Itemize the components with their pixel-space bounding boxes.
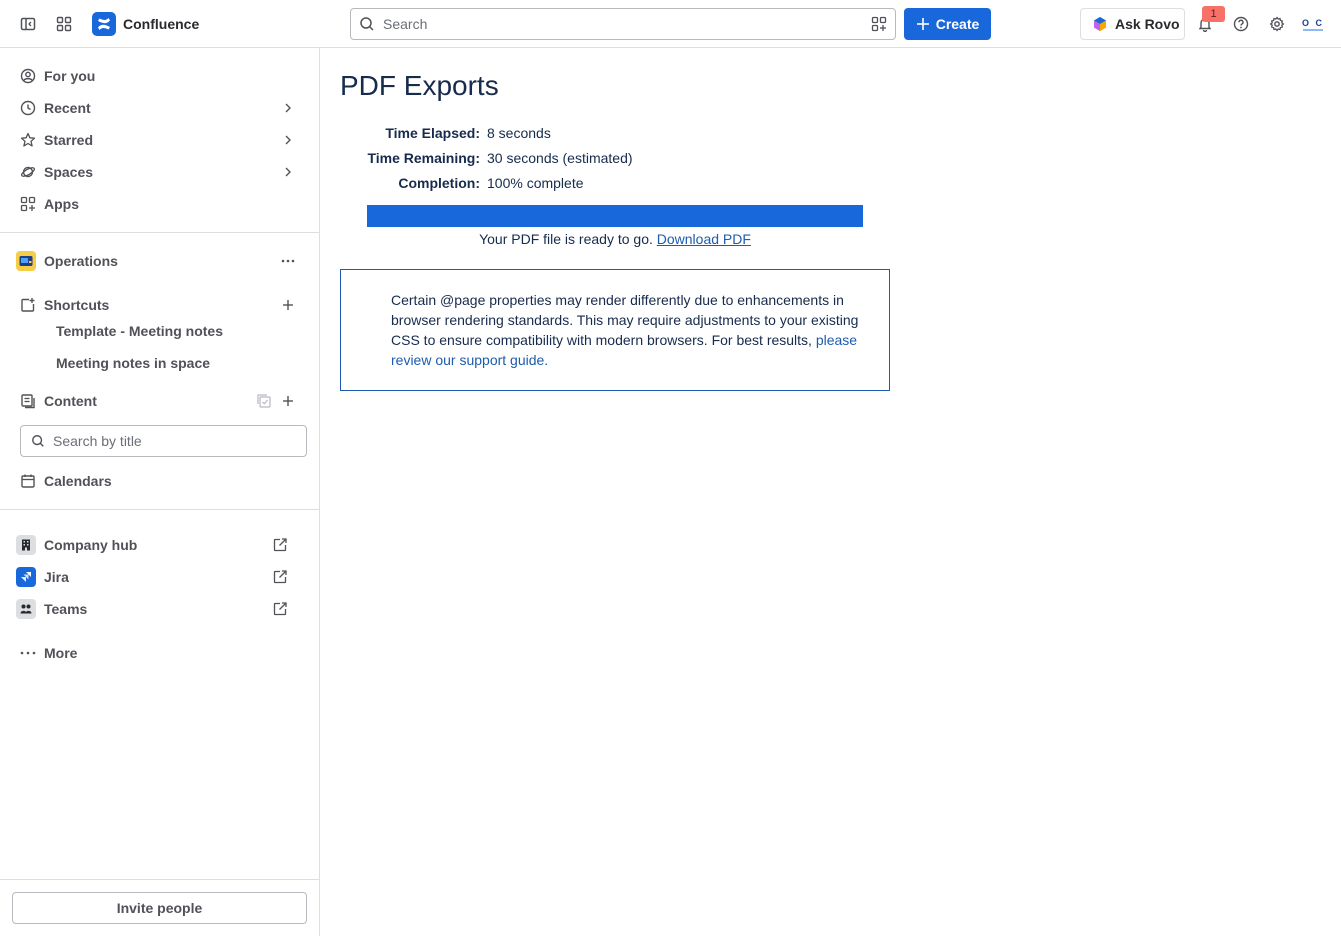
time-elapsed-label: Time Elapsed: (385, 125, 480, 141)
sidebar-item-operations-space[interactable]: Operations (12, 245, 308, 277)
sidebar-item-label: Content (44, 393, 97, 409)
shortcut-item[interactable]: Template - Meeting notes (56, 319, 223, 343)
add-content-plus-icon[interactable] (280, 393, 296, 409)
sidebar-item-for-you[interactable]: For you (12, 60, 308, 92)
external-link-icon[interactable] (272, 601, 288, 617)
search-placeholder: Search (383, 16, 428, 32)
planet-icon (20, 164, 36, 180)
sidebar-item-label: Apps (44, 196, 79, 212)
sidebar-divider (0, 509, 319, 510)
user-avatar[interactable]: O C (1299, 12, 1327, 36)
invite-people-button[interactable]: Invite people (12, 892, 307, 924)
app-switcher-icon[interactable] (52, 12, 76, 36)
global-search-input[interactable]: Search (350, 8, 896, 40)
calendar-icon (20, 473, 36, 489)
clock-icon (20, 100, 36, 116)
space-avatar-icon (16, 251, 36, 271)
top-navigation-bar: Confluence Search Create Ask Rovo 1 O C (0, 0, 1341, 48)
completion-label: Completion: (398, 175, 480, 191)
search-by-title-input[interactable]: Search by title (20, 425, 307, 457)
sidebar-item-label: Starred (44, 132, 94, 148)
apps-icon (20, 196, 36, 212)
page-title: PDF Exports (340, 70, 499, 101)
sidebar-item-label: For you (44, 68, 96, 84)
sidebar-item-apps[interactable]: Apps (12, 188, 308, 220)
sidebar-item-label: Shortcuts (44, 297, 110, 313)
settings-gear-icon[interactable] (1265, 12, 1289, 36)
ask-rovo-label: Ask Rovo (1115, 16, 1180, 32)
sidebar-item-recent[interactable]: Recent (12, 92, 308, 124)
chevron-right-icon[interactable] (280, 164, 296, 180)
external-link-icon[interactable] (272, 537, 288, 553)
sidebar-item-label: Operations (44, 253, 118, 269)
sidebar-item-label: Jira (44, 569, 69, 585)
sidebar-item-calendars[interactable]: Calendars (12, 465, 308, 497)
star-icon (20, 132, 36, 148)
sidebar-item-label: Teams (44, 601, 88, 617)
help-icon[interactable] (1229, 12, 1253, 36)
avatar-underline (1303, 28, 1323, 31)
content-icon (20, 393, 36, 409)
plus-icon (916, 18, 929, 30)
export-progress-bar (367, 205, 863, 227)
chevron-right-icon[interactable] (280, 132, 296, 148)
ready-text: Your PDF file is ready to go. (479, 231, 653, 247)
sidebar-item-more[interactable]: More (12, 637, 308, 669)
search-icon (360, 17, 374, 31)
search-filter-icon[interactable] (871, 16, 887, 32)
building-icon (16, 535, 36, 555)
sidebar-toggle-icon[interactable] (16, 12, 40, 36)
sidebar-item-spaces[interactable]: Spaces (12, 156, 308, 188)
compatibility-notice: Certain @page properties may render diff… (340, 269, 890, 391)
sidebar-item-label: Spaces (44, 164, 94, 180)
teams-icon (16, 599, 36, 619)
brand-name: Confluence (123, 16, 200, 32)
sidebar-item-starred[interactable]: Starred (12, 124, 308, 156)
search-icon (32, 435, 44, 447)
rovo-icon (1094, 17, 1106, 31)
sidebar: For you Recent Starred Spaces Apps Opera… (0, 48, 320, 936)
notification-count-badge: 1 (1202, 6, 1225, 22)
sidebar-item-label: Company hub (44, 537, 138, 553)
notice-text: Certain @page properties may render diff… (391, 292, 859, 348)
sidebar-footer-divider (0, 879, 319, 880)
confluence-logo-icon (92, 12, 116, 36)
shortcut-item[interactable]: Meeting notes in space (56, 351, 210, 375)
person-circle-icon (20, 68, 36, 84)
time-remaining-label: Time Remaining: (367, 150, 480, 166)
sidebar-item-company-hub[interactable]: Company hub (12, 529, 308, 561)
jira-icon (16, 567, 36, 587)
time-remaining-value: 30 seconds (estimated) (487, 150, 633, 166)
search-by-title-placeholder: Search by title (53, 433, 142, 449)
create-label: Create (935, 16, 980, 32)
sidebar-item-label: More (44, 645, 78, 661)
sidebar-item-label: Recent (44, 100, 91, 116)
progress-bar-fill (367, 205, 863, 227)
content-filter-icon[interactable] (256, 393, 272, 409)
ask-rovo-button[interactable]: Ask Rovo (1080, 8, 1185, 40)
confluence-home-link[interactable]: Confluence (92, 12, 199, 36)
ready-message: Your PDF file is ready to go. Download P… (367, 231, 863, 247)
sidebar-divider (0, 232, 319, 233)
create-button[interactable]: Create (904, 8, 991, 40)
avatar-initials: O C (1301, 17, 1324, 28)
main-content: PDF Exports Time Elapsed: 8 seconds Time… (320, 48, 1341, 936)
external-link-icon[interactable] (272, 569, 288, 585)
shortcut-icon (20, 297, 36, 313)
add-shortcut-plus-icon[interactable] (280, 297, 296, 313)
sidebar-item-teams[interactable]: Teams (12, 593, 308, 625)
download-pdf-link[interactable]: Download PDF (657, 231, 751, 247)
sidebar-item-label: Calendars (44, 473, 112, 489)
time-elapsed-value: 8 seconds (487, 125, 551, 141)
more-dots-icon (20, 645, 36, 661)
sidebar-item-content[interactable]: Content (12, 385, 308, 417)
more-actions-icon[interactable] (280, 253, 296, 269)
sidebar-item-jira[interactable]: Jira (12, 561, 308, 593)
chevron-right-icon[interactable] (280, 100, 296, 116)
completion-value: 100% complete (487, 175, 584, 191)
sidebar-item-shortcuts[interactable]: Shortcuts (12, 289, 308, 321)
